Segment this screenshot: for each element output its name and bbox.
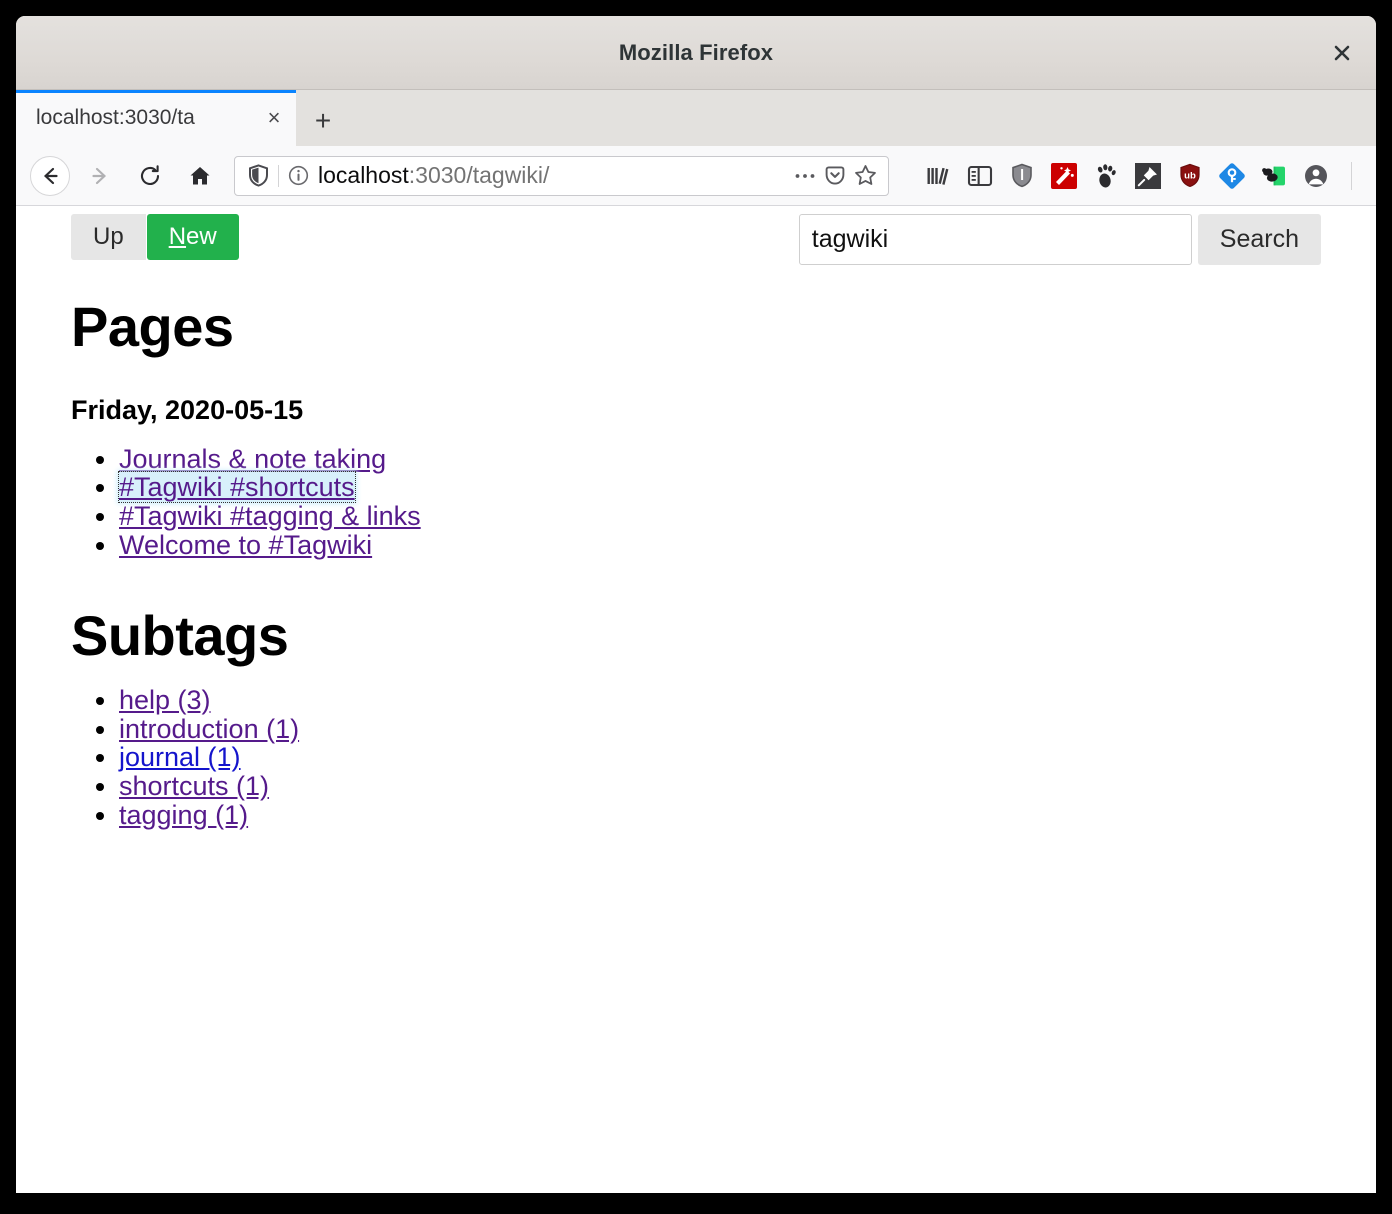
toolbar-extensions: ub <box>889 158 1376 194</box>
page-content: Up New Search Pages Friday, 2020-05-15 J… <box>16 206 1376 1193</box>
new-button[interactable]: New <box>146 214 239 260</box>
application-menu-button[interactable] <box>1372 158 1376 194</box>
tab-close-icon[interactable]: × <box>260 104 288 132</box>
page-action-buttons: Up New <box>71 214 239 260</box>
list-item: introduction (1) <box>119 714 1321 744</box>
library-icon[interactable] <box>923 161 953 191</box>
pages-date-heading: Friday, 2020-05-15 <box>71 394 304 425</box>
browser-tab-active[interactable]: localhost:3030/ta × <box>16 90 296 146</box>
browser-window: Mozilla Firefox localhost:3030/ta × + lo… <box>16 16 1376 1193</box>
pocket-icon[interactable] <box>820 165 850 187</box>
url-text[interactable]: localhost:3030/tagwiki/ <box>310 162 790 189</box>
up-button[interactable]: Up <box>71 214 146 260</box>
tab-title: localhost:3030/ta <box>36 106 195 129</box>
shield-extension-icon[interactable] <box>1007 161 1037 191</box>
list-item: shortcuts (1) <box>119 772 1321 801</box>
title-bar: Mozilla Firefox <box>16 16 1376 90</box>
gnome-footprint-icon[interactable] <box>1091 161 1121 191</box>
home-button-icon[interactable] <box>180 156 220 196</box>
page-link[interactable]: #Tagwiki #shortcuts <box>118 471 356 504</box>
url-bar-divider <box>278 164 279 187</box>
account-icon[interactable] <box>1301 161 1331 191</box>
list-item: help (3) <box>119 685 1321 715</box>
subtag-link[interactable]: tagging (1) <box>119 800 248 830</box>
new-button-accesskey: N <box>168 223 187 250</box>
svg-text:ub: ub <box>1184 170 1196 181</box>
key-icon[interactable] <box>1217 161 1247 191</box>
url-host: localhost <box>318 162 409 188</box>
url-bar[interactable]: localhost:3030/tagwiki/ <box>234 155 889 196</box>
list-item: #Tagwiki #shortcuts <box>118 471 1321 504</box>
back-button-icon[interactable] <box>30 155 70 196</box>
subtag-link[interactable]: shortcuts (1) <box>119 771 269 801</box>
list-item: #Tagwiki #tagging & links <box>119 502 1321 531</box>
subtag-link[interactable]: introduction (1) <box>119 714 299 744</box>
tracking-protection-shield-icon[interactable] <box>245 164 271 187</box>
tab-strip: localhost:3030/ta × + <box>16 90 1376 146</box>
navigation-toolbar: localhost:3030/tagwiki/ ub <box>16 146 1376 206</box>
magic-wand-icon[interactable] <box>1049 161 1079 191</box>
search-input[interactable] <box>798 214 1192 265</box>
page-toolbar: Up New Search <box>16 206 1376 268</box>
subtag-link[interactable]: journal (1) <box>119 742 241 772</box>
subtags-link-list: help (3)introduction (1)journal (1)short… <box>71 685 1321 830</box>
page-info-icon[interactable] <box>286 165 310 186</box>
list-item: journal (1) <box>119 743 1321 772</box>
new-tab-button[interactable]: + <box>296 96 350 146</box>
page-link[interactable]: #Tagwiki #tagging & links <box>119 501 421 531</box>
url-path: :3030/tagwiki/ <box>408 162 550 188</box>
subtag-link[interactable]: help (3) <box>119 685 211 715</box>
search-button[interactable]: Search <box>1197 214 1321 265</box>
toolbar-divider <box>1351 161 1352 190</box>
page-link[interactable]: Welcome to #Tagwiki <box>119 530 372 560</box>
close-window-button[interactable] <box>1322 33 1362 73</box>
page-actions-icon[interactable] <box>790 172 820 180</box>
forward-button-icon[interactable] <box>80 156 120 196</box>
list-item: tagging (1) <box>119 801 1321 830</box>
subtags-heading: Subtags <box>71 604 289 668</box>
window-title: Mozilla Firefox <box>618 40 774 65</box>
pages-heading: Pages <box>71 295 234 358</box>
pages-link-list: Journals & note taking#Tagwiki #shortcut… <box>71 444 1321 561</box>
list-item: Welcome to #Tagwiki <box>119 531 1321 560</box>
evernote-icon[interactable] <box>1259 161 1289 191</box>
page-link[interactable]: Journals & note taking <box>119 444 386 474</box>
bookmark-star-icon[interactable] <box>850 164 880 187</box>
reload-button-icon[interactable] <box>130 156 170 196</box>
ublock-origin-icon[interactable]: ub <box>1175 161 1205 191</box>
pushpin-icon[interactable] <box>1133 161 1163 191</box>
new-button-label-rest: ew <box>186 223 217 250</box>
list-item: Journals & note taking <box>119 444 1321 474</box>
search-form: Search <box>798 214 1321 265</box>
sidebars-icon[interactable] <box>965 161 995 191</box>
wiki-document: Pages Friday, 2020-05-15 Journals & note… <box>16 296 1376 830</box>
